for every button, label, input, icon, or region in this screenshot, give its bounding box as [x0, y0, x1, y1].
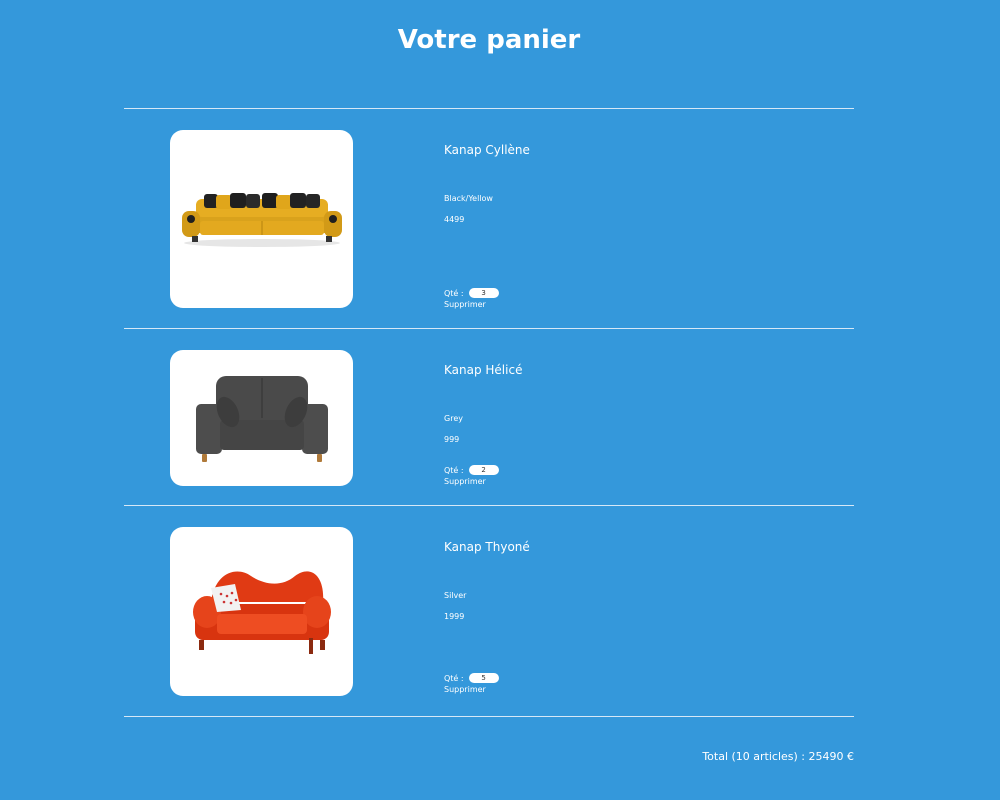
- quantity-row: Qté :: [444, 464, 499, 476]
- cart-item: Kanap Hélicé Grey 999 Qté : Supprimer: [124, 328, 854, 505]
- red-sofa-image: [170, 527, 353, 696]
- item-price: 1999: [444, 612, 465, 621]
- cart-items: Kanap Cyllène Black/Yellow 4499 Qté : Su…: [124, 108, 854, 717]
- item-color: Silver: [444, 591, 467, 600]
- quantity-label: Qté :: [444, 288, 464, 298]
- cart-item-content: Kanap Cyllène Black/Yellow 4499 Qté : Su…: [444, 109, 844, 328]
- quantity-row: Qté :: [444, 287, 499, 299]
- cart-item-content: Kanap Thyoné Silver 1999 Qté : Supprimer: [444, 506, 844, 716]
- item-price: 4499: [444, 215, 465, 224]
- item-name: Kanap Thyoné: [444, 540, 530, 554]
- quantity-input[interactable]: [468, 288, 499, 298]
- divider: [124, 716, 854, 717]
- yellow-sofa-image: [170, 130, 353, 308]
- item-name: Kanap Cyllène: [444, 143, 530, 157]
- quantity-input[interactable]: [468, 465, 499, 475]
- delete-item-button[interactable]: Supprimer: [444, 685, 499, 694]
- quantity-input[interactable]: [468, 673, 499, 683]
- grey-sofa-image: [170, 350, 353, 486]
- cart-total: Total (10 articles) : 25490 €: [702, 750, 854, 763]
- delete-item-button[interactable]: Supprimer: [444, 477, 499, 486]
- item-color: Grey: [444, 414, 463, 423]
- page-title: Votre panier: [397, 25, 581, 55]
- item-name: Kanap Hélicé: [444, 363, 523, 377]
- cart-item: Kanap Thyoné Silver 1999 Qté : Supprimer: [124, 505, 854, 716]
- item-price: 999: [444, 435, 460, 444]
- item-settings: Qté : Supprimer: [444, 287, 499, 309]
- quantity-label: Qté :: [444, 465, 464, 475]
- cart-item-content: Kanap Hélicé Grey 999 Qté : Supprimer: [444, 329, 844, 505]
- item-settings: Qté : Supprimer: [444, 672, 499, 694]
- quantity-label: Qté :: [444, 673, 464, 683]
- cart-item: Kanap Cyllène Black/Yellow 4499 Qté : Su…: [124, 108, 854, 328]
- delete-item-button[interactable]: Supprimer: [444, 300, 499, 309]
- item-color: Black/Yellow: [444, 194, 493, 203]
- item-settings: Qté : Supprimer: [444, 464, 499, 486]
- quantity-row: Qté :: [444, 672, 499, 684]
